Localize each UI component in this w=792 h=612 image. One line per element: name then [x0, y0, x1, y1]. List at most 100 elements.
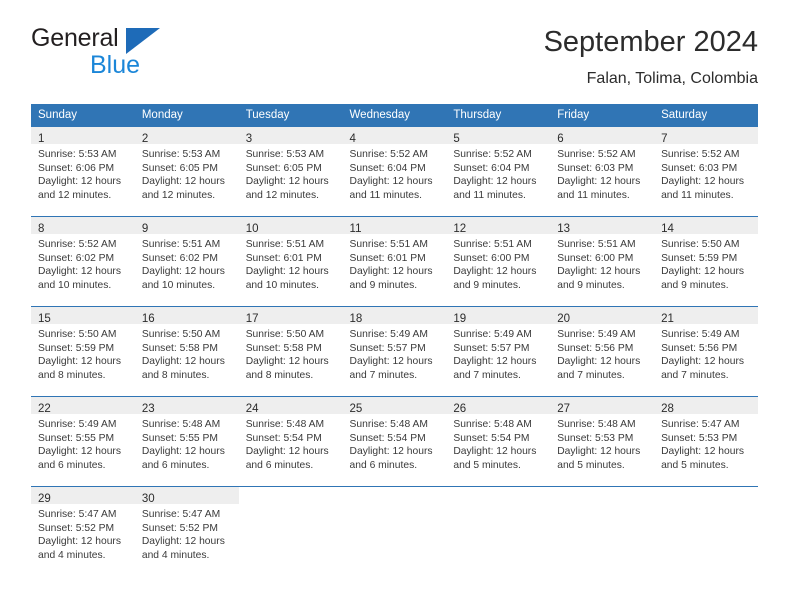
calendar-cell[interactable]: 28 Sunrise: 5:47 AM Sunset: 5:53 PM Dayl…: [654, 396, 758, 487]
day-cell-19[interactable]: 19 Sunrise: 5:49 AM Sunset: 5:57 PM Dayl…: [446, 307, 551, 396]
calendar-cell[interactable]: 5 Sunrise: 5:52 AM Sunset: 6:04 PM Dayli…: [446, 127, 551, 217]
daylight-text-line1: Daylight: 12 hours: [661, 266, 745, 278]
day-number-band: 10: [238, 217, 343, 235]
day-cell-20[interactable]: 20 Sunrise: 5:49 AM Sunset: 5:56 PM Dayl…: [550, 307, 655, 396]
daylight-text-line1: Daylight: 12 hours: [349, 446, 433, 458]
calendar-cell[interactable]: 20 Sunrise: 5:49 AM Sunset: 5:56 PM Dayl…: [550, 306, 655, 397]
week-row: 8 Sunrise: 5:52 AM Sunset: 6:02 PM Dayli…: [31, 216, 758, 307]
day-number: 13: [557, 223, 571, 235]
day-cell-14[interactable]: 14 Sunrise: 5:50 AM Sunset: 5:59 PM Dayl…: [654, 217, 758, 306]
daylight-text-line2: and 8 minutes.: [245, 369, 314, 381]
day-cell-21[interactable]: 21 Sunrise: 5:49 AM Sunset: 5:56 PM Dayl…: [654, 307, 758, 396]
calendar-cell[interactable]: 1 Sunrise: 5:53 AM Sunset: 6:06 PM Dayli…: [31, 127, 135, 217]
logo-text-blue: Blue: [90, 51, 141, 79]
calendar-cell[interactable]: 17 Sunrise: 5:50 AM Sunset: 5:58 PM Dayl…: [238, 306, 343, 397]
calendar-cell-empty: [238, 486, 343, 576]
sunrise-text: Sunrise: 5:49 AM: [38, 419, 117, 430]
day-info: Sunrise: 5:51 AM Sunset: 6:02 PM Dayligh…: [135, 234, 239, 292]
day-cell-2[interactable]: 2 Sunrise: 5:53 AM Sunset: 6:05 PM Dayli…: [134, 127, 239, 216]
daylight-text-line1: Daylight: 12 hours: [453, 176, 537, 188]
day-cell-11[interactable]: 11 Sunrise: 5:51 AM Sunset: 6:01 PM Dayl…: [342, 217, 447, 306]
sunset-text: Sunset: 5:54 PM: [245, 432, 322, 444]
sunset-text: Sunset: 6:02 PM: [38, 252, 115, 264]
sunrise-text: Sunrise: 5:48 AM: [245, 419, 325, 430]
sunset-text: Sunset: 5:55 PM: [38, 432, 115, 444]
day-number-band: 11: [342, 217, 447, 235]
calendar-cell[interactable]: 22 Sunrise: 5:49 AM Sunset: 5:55 PM Dayl…: [31, 396, 135, 487]
day-number: 16: [141, 313, 155, 325]
generalblue-logo[interactable]: General Blue: [31, 26, 291, 88]
day-cell-7[interactable]: 7 Sunrise: 5:52 AM Sunset: 6:03 PM Dayli…: [654, 127, 758, 216]
day-cell-30[interactable]: 30 Sunrise: 5:47 AM Sunset: 5:52 PM Dayl…: [134, 487, 239, 576]
day-cell-29[interactable]: 29 Sunrise: 5:47 AM Sunset: 5:52 PM Dayl…: [31, 487, 135, 576]
day-cell-1[interactable]: 1 Sunrise: 5:53 AM Sunset: 6:06 PM Dayli…: [31, 127, 135, 216]
day-cell-16[interactable]: 16 Sunrise: 5:50 AM Sunset: 5:58 PM Dayl…: [134, 307, 239, 396]
calendar-cell[interactable]: 24 Sunrise: 5:48 AM Sunset: 5:54 PM Dayl…: [238, 396, 343, 487]
calendar-cell[interactable]: 3 Sunrise: 5:53 AM Sunset: 6:05 PM Dayli…: [238, 127, 343, 217]
calendar-cell[interactable]: 6 Sunrise: 5:52 AM Sunset: 6:03 PM Dayli…: [550, 127, 655, 217]
day-cell-empty: [239, 487, 343, 576]
day-info: Sunrise: 5:52 AM Sunset: 6:04 PM Dayligh…: [446, 144, 550, 202]
calendar-cell[interactable]: 19 Sunrise: 5:49 AM Sunset: 5:57 PM Dayl…: [446, 306, 551, 397]
calendar-cell[interactable]: 2 Sunrise: 5:53 AM Sunset: 6:05 PM Dayli…: [134, 127, 239, 217]
day-cell-26[interactable]: 26 Sunrise: 5:48 AM Sunset: 5:54 PM Dayl…: [446, 397, 551, 486]
daylight-text-line2: and 6 minutes.: [141, 459, 210, 471]
day-cell-28[interactable]: 28 Sunrise: 5:47 AM Sunset: 5:53 PM Dayl…: [654, 397, 758, 486]
day-cell-18[interactable]: 18 Sunrise: 5:49 AM Sunset: 5:57 PM Dayl…: [342, 307, 447, 396]
day-cell-12[interactable]: 12 Sunrise: 5:51 AM Sunset: 6:00 PM Dayl…: [446, 217, 551, 306]
daylight-text-line2: and 11 minutes.: [661, 189, 734, 201]
calendar-cell[interactable]: 11 Sunrise: 5:51 AM Sunset: 6:01 PM Dayl…: [342, 216, 447, 307]
day-cell-25[interactable]: 25 Sunrise: 5:48 AM Sunset: 5:54 PM Dayl…: [342, 397, 447, 486]
daylight-text-line2: and 7 minutes.: [557, 369, 625, 381]
daylight-text-line1: Daylight: 12 hours: [141, 446, 225, 458]
day-cell-9[interactable]: 9 Sunrise: 5:51 AM Sunset: 6:02 PM Dayli…: [134, 217, 239, 306]
calendar-cell[interactable]: 15 Sunrise: 5:50 AM Sunset: 5:59 PM Dayl…: [31, 306, 135, 397]
day-info: Sunrise: 5:48 AM Sunset: 5:54 PM Dayligh…: [343, 414, 447, 472]
daylight-text-line2: and 5 minutes.: [557, 459, 625, 471]
day-cell-6[interactable]: 6 Sunrise: 5:52 AM Sunset: 6:03 PM Dayli…: [550, 127, 655, 216]
weekday-header-monday: Monday: [134, 104, 239, 127]
sunset-text: Sunset: 6:05 PM: [141, 162, 218, 174]
daylight-text-line1: Daylight: 12 hours: [349, 266, 433, 278]
calendar-cell[interactable]: 21 Sunrise: 5:49 AM Sunset: 5:56 PM Dayl…: [654, 306, 758, 397]
daylight-text-line2: and 11 minutes.: [557, 189, 630, 201]
calendar-cell[interactable]: 30 Sunrise: 5:47 AM Sunset: 5:52 PM Dayl…: [134, 486, 239, 576]
day-cell-17[interactable]: 17 Sunrise: 5:50 AM Sunset: 5:58 PM Dayl…: [238, 307, 343, 396]
calendar-cell[interactable]: 16 Sunrise: 5:50 AM Sunset: 5:58 PM Dayl…: [134, 306, 239, 397]
day-cell-5[interactable]: 5 Sunrise: 5:52 AM Sunset: 6:04 PM Dayli…: [446, 127, 551, 216]
calendar-cell[interactable]: 10 Sunrise: 5:51 AM Sunset: 6:01 PM Dayl…: [238, 216, 343, 307]
day-cell-10[interactable]: 10 Sunrise: 5:51 AM Sunset: 6:01 PM Dayl…: [238, 217, 343, 306]
day-cell-4[interactable]: 4 Sunrise: 5:52 AM Sunset: 6:04 PM Dayli…: [342, 127, 447, 216]
calendar-cell[interactable]: 14 Sunrise: 5:50 AM Sunset: 5:59 PM Dayl…: [654, 216, 758, 307]
calendar-cell[interactable]: 9 Sunrise: 5:51 AM Sunset: 6:02 PM Dayli…: [134, 216, 239, 307]
day-cell-8[interactable]: 8 Sunrise: 5:52 AM Sunset: 6:02 PM Dayli…: [31, 217, 135, 306]
day-cell-22[interactable]: 22 Sunrise: 5:49 AM Sunset: 5:55 PM Dayl…: [31, 397, 135, 486]
calendar-cell[interactable]: 25 Sunrise: 5:48 AM Sunset: 5:54 PM Dayl…: [342, 396, 447, 487]
calendar-cell[interactable]: 7 Sunrise: 5:52 AM Sunset: 6:03 PM Dayli…: [654, 127, 758, 217]
calendar-cell[interactable]: 27 Sunrise: 5:48 AM Sunset: 5:53 PM Dayl…: [550, 396, 655, 487]
day-number-band: 19: [446, 307, 551, 325]
daylight-text-line1: Daylight: 12 hours: [661, 446, 745, 458]
calendar-cell[interactable]: 23 Sunrise: 5:48 AM Sunset: 5:55 PM Dayl…: [134, 396, 239, 487]
calendar-cell[interactable]: 18 Sunrise: 5:49 AM Sunset: 5:57 PM Dayl…: [342, 306, 447, 397]
day-number-band: 7: [654, 127, 758, 145]
calendar-cell-empty: [446, 486, 551, 576]
day-cell-13[interactable]: 13 Sunrise: 5:51 AM Sunset: 6:00 PM Dayl…: [550, 217, 655, 306]
calendar-cell[interactable]: 13 Sunrise: 5:51 AM Sunset: 6:00 PM Dayl…: [550, 216, 655, 307]
calendar-cell[interactable]: 29 Sunrise: 5:47 AM Sunset: 5:52 PM Dayl…: [31, 486, 135, 576]
daylight-text-line1: Daylight: 12 hours: [38, 266, 121, 278]
day-cell-23[interactable]: 23 Sunrise: 5:48 AM Sunset: 5:55 PM Dayl…: [134, 397, 239, 486]
calendar-cell[interactable]: 26 Sunrise: 5:48 AM Sunset: 5:54 PM Dayl…: [446, 396, 551, 487]
day-cell-3[interactable]: 3 Sunrise: 5:53 AM Sunset: 6:05 PM Dayli…: [238, 127, 343, 216]
day-number-band: 20: [550, 307, 655, 325]
calendar-cell[interactable]: 12 Sunrise: 5:51 AM Sunset: 6:00 PM Dayl…: [446, 216, 551, 307]
sunset-text: Sunset: 6:00 PM: [557, 252, 634, 264]
calendar-cell[interactable]: 4 Sunrise: 5:52 AM Sunset: 6:04 PM Dayli…: [342, 127, 447, 217]
day-cell-24[interactable]: 24 Sunrise: 5:48 AM Sunset: 5:54 PM Dayl…: [238, 397, 343, 486]
day-cell-15[interactable]: 15 Sunrise: 5:50 AM Sunset: 5:59 PM Dayl…: [31, 307, 135, 396]
day-cell-27[interactable]: 27 Sunrise: 5:48 AM Sunset: 5:53 PM Dayl…: [550, 397, 655, 486]
day-info: Sunrise: 5:52 AM Sunset: 6:02 PM Dayligh…: [31, 234, 135, 292]
calendar-cell[interactable]: 8 Sunrise: 5:52 AM Sunset: 6:02 PM Dayli…: [31, 216, 135, 307]
logo-text-general: General: [31, 24, 119, 52]
day-info: Sunrise: 5:48 AM Sunset: 5:55 PM Dayligh…: [135, 414, 239, 472]
